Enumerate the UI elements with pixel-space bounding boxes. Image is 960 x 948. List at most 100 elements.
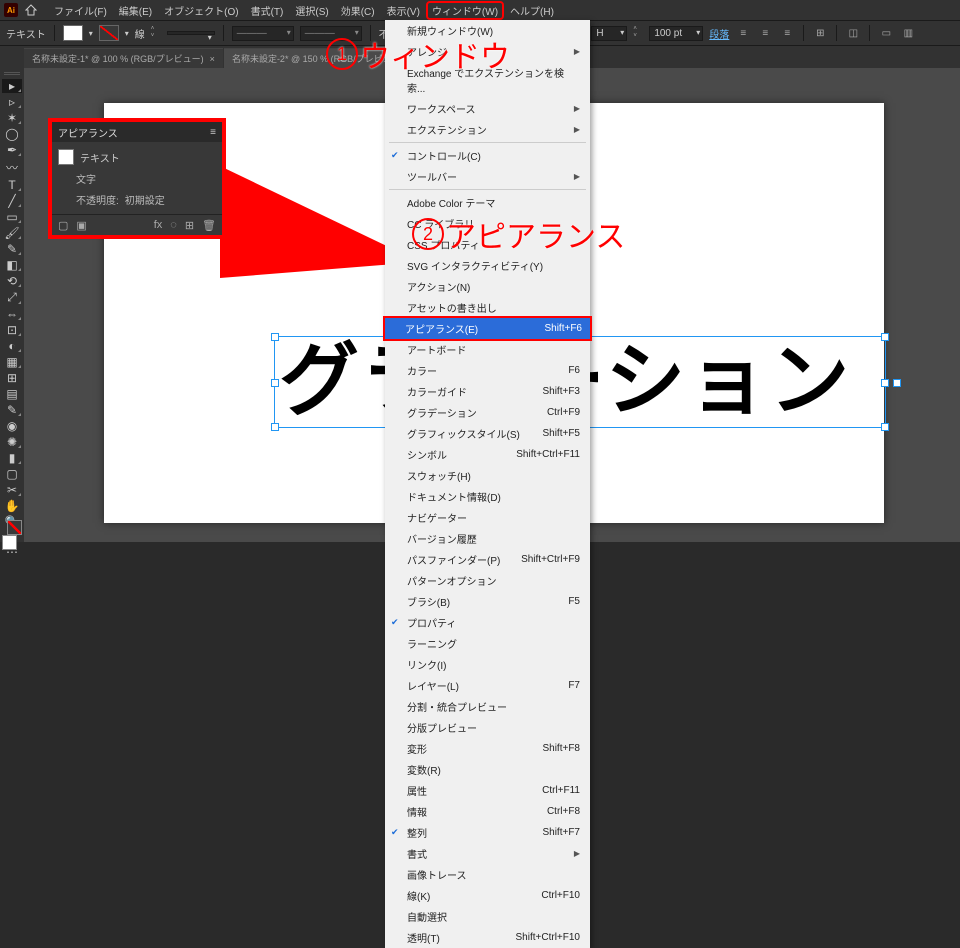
- appearance-sub[interactable]: 文字: [76, 171, 96, 186]
- menu-entry[interactable]: 分割・統合プレビュー: [385, 696, 590, 717]
- align-obj-icon[interactable]: ⊞: [812, 25, 828, 41]
- pen-tool[interactable]: ✒: [2, 143, 22, 157]
- free-transform-tool[interactable]: ⊡: [2, 323, 22, 337]
- menu-item[interactable]: 書式(T): [245, 1, 290, 20]
- resize-handle[interactable]: [881, 333, 889, 341]
- stroke-weight-field[interactable]: [167, 31, 215, 35]
- rectangle-tool[interactable]: ▭: [2, 210, 22, 224]
- menu-entry[interactable]: グラフィックスタイル(S)Shift+F5: [385, 423, 590, 444]
- menu-entry[interactable]: ✔プロパティ: [385, 612, 590, 633]
- menu-entry[interactable]: ツールバー▶: [385, 166, 590, 187]
- stroke-profile[interactable]: ———: [232, 26, 294, 41]
- type-tool[interactable]: T: [2, 178, 22, 192]
- menu-entry[interactable]: スウォッチ(H): [385, 465, 590, 486]
- window-menu[interactable]: 新規ウィンドウ(W)アレンジ▶Exchange でエクステンションを検索...ワ…: [385, 20, 590, 948]
- isolate-icon[interactable]: ▭: [878, 25, 894, 41]
- font-style-field[interactable]: H: [591, 26, 627, 41]
- direct-selection-tool[interactable]: ▹: [2, 95, 22, 109]
- menu-entry[interactable]: 書式▶: [385, 843, 590, 864]
- shaper-tool[interactable]: ✎: [2, 242, 22, 256]
- align-center-icon[interactable]: ≡: [757, 25, 773, 41]
- menu-item[interactable]: ファイル(F): [48, 1, 113, 20]
- new-fill-icon[interactable]: ▢: [58, 219, 68, 232]
- menu-entry[interactable]: ドキュメント情報(D): [385, 486, 590, 507]
- menu-entry[interactable]: 透明(T)Shift+Ctrl+F10: [385, 927, 590, 948]
- menu-item[interactable]: 表示(V): [381, 1, 426, 20]
- magic-wand-tool[interactable]: ✶: [2, 111, 22, 125]
- menu-entry[interactable]: カラーF6: [385, 360, 590, 381]
- blend-tool[interactable]: ◉: [2, 419, 22, 433]
- line-tool[interactable]: ╱: [2, 194, 22, 208]
- menu-entry[interactable]: バージョン履歴: [385, 528, 590, 549]
- clear-icon[interactable]: ◌: [170, 219, 177, 232]
- fx-icon[interactable]: fx: [154, 219, 163, 232]
- paintbrush-tool[interactable]: 🖌: [2, 226, 22, 240]
- menu-entry[interactable]: ブラシ(B)F5: [385, 591, 590, 612]
- menu-entry[interactable]: ワークスペース▶: [385, 98, 590, 119]
- perspective-tool[interactable]: ▦: [2, 355, 22, 369]
- mesh-tool[interactable]: ⊞: [2, 371, 22, 385]
- out-port-handle[interactable]: [893, 379, 901, 387]
- resize-handle[interactable]: [271, 379, 279, 387]
- menu-item[interactable]: 効果(C): [335, 1, 381, 20]
- toolbar-grip[interactable]: [4, 72, 20, 75]
- menu-item[interactable]: ウィンドウ(W): [426, 1, 504, 20]
- trash-icon[interactable]: 🗑: [202, 219, 216, 232]
- gradient-tool[interactable]: ▤: [2, 387, 22, 401]
- stroke-stepper[interactable]: ˄˅: [151, 25, 161, 41]
- transform-icon[interactable]: ◫: [845, 25, 861, 41]
- menu-entry[interactable]: シンボルShift+Ctrl+F11: [385, 444, 590, 465]
- new-stroke-icon[interactable]: ▣: [76, 219, 86, 232]
- menu-entry[interactable]: アクション(N): [385, 276, 590, 297]
- selection-tool[interactable]: ▸: [2, 79, 22, 93]
- eyedropper-tool[interactable]: ✎: [2, 403, 22, 417]
- curvature-tool[interactable]: 〰: [2, 159, 22, 176]
- menu-item[interactable]: ヘルプ(H): [504, 1, 560, 20]
- menu-item[interactable]: 選択(S): [289, 1, 334, 20]
- rotate-tool[interactable]: ⟲: [2, 274, 22, 288]
- menu-entry[interactable]: エクステンション▶: [385, 119, 590, 140]
- menu-entry[interactable]: リンク(I): [385, 654, 590, 675]
- menu-entry[interactable]: 線(K)Ctrl+F10: [385, 885, 590, 906]
- scale-tool[interactable]: ⤢: [2, 290, 22, 305]
- close-icon[interactable]: ×: [210, 54, 215, 64]
- menu-item[interactable]: オブジェクト(O): [158, 1, 244, 20]
- align-right-icon[interactable]: ≡: [779, 25, 795, 41]
- home-icon[interactable]: [24, 3, 38, 17]
- menu-entry[interactable]: カラーガイドShift+F3: [385, 381, 590, 402]
- menu-entry[interactable]: ラーニング: [385, 633, 590, 654]
- align-left-icon[interactable]: ≡: [735, 25, 751, 41]
- menu-entry[interactable]: 自動選択: [385, 906, 590, 927]
- fill-swatch[interactable]: [63, 25, 83, 41]
- menu-entry[interactable]: 変数(R): [385, 759, 590, 780]
- graph-tool[interactable]: ▮: [2, 451, 22, 465]
- menu-entry[interactable]: アピアランス(E)Shift+F6: [383, 316, 592, 341]
- menu-entry[interactable]: レイヤー(L)F7: [385, 675, 590, 696]
- menu-entry[interactable]: 画像トレース: [385, 864, 590, 885]
- symbol-sprayer-tool[interactable]: ✺: [2, 435, 22, 449]
- menu-entry[interactable]: パターンオプション: [385, 570, 590, 591]
- resize-handle[interactable]: [271, 423, 279, 431]
- menu-entry[interactable]: SVG インタラクティビティ(Y): [385, 255, 590, 276]
- menu-entry[interactable]: ✔整列Shift+F7: [385, 822, 590, 843]
- menu-entry[interactable]: 属性Ctrl+F11: [385, 780, 590, 801]
- menu-entry[interactable]: Adobe Color テーマ: [385, 192, 590, 213]
- menu-entry[interactable]: パスファインダー(P)Shift+Ctrl+F9: [385, 549, 590, 570]
- panel-tab[interactable]: アピアランス: [58, 125, 118, 140]
- resize-handle[interactable]: [881, 423, 889, 431]
- resize-handle[interactable]: [271, 333, 279, 341]
- resize-handle[interactable]: [881, 379, 889, 387]
- duplicate-icon[interactable]: ⊞: [185, 219, 194, 232]
- misc-icon[interactable]: ▥: [900, 25, 916, 41]
- menu-entry[interactable]: ナビゲーター: [385, 507, 590, 528]
- lasso-tool[interactable]: ◯: [2, 127, 22, 141]
- appearance-item[interactable]: テキスト: [80, 150, 120, 165]
- panel-menu-icon[interactable]: ≡: [210, 127, 216, 138]
- appearance-opacity-value[interactable]: 初期設定: [125, 192, 165, 207]
- menu-entry[interactable]: 情報Ctrl+F8: [385, 801, 590, 822]
- eraser-tool[interactable]: ◧: [2, 258, 22, 272]
- menu-item[interactable]: 編集(E): [113, 1, 158, 20]
- shape-builder-tool[interactable]: ◐: [2, 339, 22, 353]
- paragraph-link[interactable]: 段落: [709, 26, 729, 41]
- slice-tool[interactable]: ✂: [2, 483, 22, 497]
